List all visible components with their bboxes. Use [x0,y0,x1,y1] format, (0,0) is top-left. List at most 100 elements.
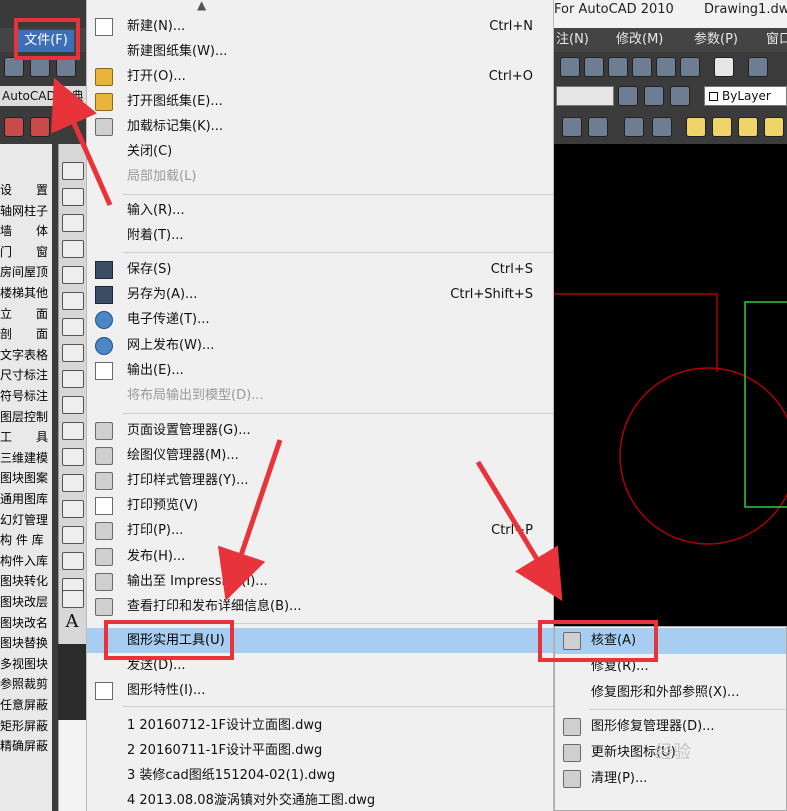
point-icon[interactable] [62,500,84,518]
arc-icon[interactable] [62,292,84,310]
submenu-item[interactable]: 修复图形和外部参照(X)... [555,680,786,706]
file-menu-item[interactable]: 另存为(A)... Ctrl+Shift+S [87,282,553,307]
palette-item[interactable]: 任意屏蔽 [0,695,52,715]
layer-state-icon[interactable] [624,117,644,137]
insert-block-icon[interactable] [62,448,84,466]
palette-item[interactable]: 工 具 [0,427,52,447]
new-icon[interactable] [4,57,24,77]
file-menu-item[interactable]: 3 装修cad图纸151204-02(1).dwg [87,763,553,788]
circle-icon[interactable] [62,318,84,336]
ellipse-arc-icon[interactable] [62,422,84,440]
file-menu-item[interactable]: 打印样式管理器(Y)... [87,468,553,493]
palette-item[interactable]: 三维建模 [0,448,52,468]
file-menu-item[interactable]: 保存(S) Ctrl+S [87,257,553,282]
line-icon[interactable] [62,162,84,180]
file-menu-item[interactable]: 输出(E)... [87,358,553,383]
workspace-combo[interactable]: AutoCAD 经典 [0,86,86,106]
file-menu-item[interactable]: 发布(H)... [87,544,553,569]
toolbar-icon[interactable] [584,57,604,77]
layer-icon[interactable] [670,86,690,106]
file-menu-item[interactable]: 新建(N)... Ctrl+N [87,14,553,39]
palette-item[interactable]: 图层控制 [0,407,52,427]
polyline-icon[interactable] [62,214,84,232]
palette-item[interactable]: 门 窗 [0,242,52,262]
palette-item[interactable]: 图块图案 [0,468,52,488]
menu-parametric[interactable]: 参数(P) [694,28,738,52]
toolbar-icon[interactable] [632,57,652,77]
construction-line-icon[interactable] [62,188,84,206]
layer-icon[interactable] [618,86,638,106]
mtext-icon[interactable]: A [63,612,81,632]
file-menu-item[interactable]: 网上发布(W)... [87,333,553,358]
file-menu-item[interactable]: 页面设置管理器(G)... [87,418,553,443]
file-menu-item[interactable]: 4 2013.08.08漩涡镇对外交通施工图.dwg [87,788,553,811]
palette-item[interactable]: 文字表格 [0,345,52,365]
polygon-icon[interactable] [62,240,84,258]
palette-item[interactable]: 多视图块 [0,654,52,674]
bulb-icon[interactable] [738,117,758,137]
axis-icon[interactable] [4,117,24,137]
file-menu-item[interactable]: 打印预览(V) [87,493,553,518]
palette-item[interactable]: 墙 体 [0,221,52,241]
menu-modify[interactable]: 修改(M) [616,28,663,52]
layer-combo[interactable] [556,86,614,106]
palette-item[interactable]: 幻灯管理 [0,510,52,530]
palette-item[interactable]: 精确屏蔽 [0,736,52,756]
make-block-icon[interactable] [62,474,84,492]
palette-item[interactable]: 图块替换 [0,633,52,653]
file-menu-item[interactable]: 图形特性(I)... [87,678,553,703]
color-combo[interactable]: ByLayer [704,86,787,106]
file-menu-item[interactable]: 新建图纸集(W)... [87,39,553,64]
palette-item[interactable]: 图块改名 [0,613,52,633]
pan-icon[interactable] [562,117,582,137]
palette-item[interactable]: 尺寸标注 [0,365,52,385]
bulb-icon[interactable] [764,117,784,137]
palette-item[interactable]: 立 面 [0,304,52,324]
palette-item[interactable]: 构 件 库 [0,530,52,550]
bulb-icon[interactable] [712,117,732,137]
zoom-icon[interactable] [588,117,608,137]
palette-item[interactable]: 楼梯其他 [0,283,52,303]
scroll-up-icon[interactable]: ▲ [197,0,206,12]
palette-item[interactable]: 符号标注 [0,386,52,406]
file-menu-item[interactable]: 1 20160712-1F设计立面图.dwg [87,713,553,738]
palette-item[interactable]: 图块转化 [0,571,52,591]
save-icon[interactable] [56,57,76,77]
toolbar-icon[interactable] [656,57,676,77]
palette-item[interactable]: 参照裁剪 [0,674,52,694]
text-style-icon[interactable] [748,57,768,77]
spline-icon[interactable] [62,370,84,388]
file-menu-item[interactable]: 打开(O)... Ctrl+O [87,64,553,89]
file-menu-item[interactable]: 输入(R)... [87,198,553,223]
layer-state-icon[interactable] [652,117,672,137]
file-menu-item[interactable]: 打印(P)... Ctrl+P [87,518,553,543]
palette-item[interactable]: 矩形屏蔽 [0,716,52,736]
menu-annotate[interactable]: 注(N) [556,28,589,52]
palette-item[interactable]: 构件入库 [0,551,52,571]
revcloud-icon[interactable] [62,344,84,362]
palette-item[interactable]: 剖 面 [0,324,52,344]
rectangle-icon[interactable] [62,266,84,284]
table-icon[interactable] [62,590,84,608]
file-menu-item[interactable]: 电子传递(T)... [87,307,553,332]
menu-window[interactable]: 窗口 [766,28,787,52]
palette-item[interactable]: 图块改层 [0,592,52,612]
drawing-canvas[interactable] [554,144,787,626]
file-menu-item[interactable]: 关闭(C) [87,139,553,164]
bulb-icon[interactable] [686,117,706,137]
open-icon[interactable] [30,57,50,77]
file-menu-item[interactable]: 查看打印和发布详细信息(B)... [87,594,553,619]
file-menu-item[interactable]: 附着(T)... [87,223,553,248]
file-menu-item[interactable]: 加载标记集(K)... [87,114,553,139]
palette-item[interactable]: 通用图库 [0,489,52,509]
palette-item[interactable]: 房间屋顶 [0,262,52,282]
submenu-item[interactable]: 图形修复管理器(D)... [555,714,786,740]
palette-item[interactable]: 轴网柱子 [0,201,52,221]
file-menu-item[interactable]: 打开图纸集(E)... [87,89,553,114]
palette-item[interactable]: 设 置 [0,180,52,200]
help-icon[interactable] [714,57,734,77]
gradient-icon[interactable] [62,552,84,570]
toolbar-icon[interactable] [680,57,700,77]
file-menu-item[interactable]: 绘图仪管理器(M)... [87,443,553,468]
file-menu-item[interactable]: 输出至 Impression(I)... [87,569,553,594]
